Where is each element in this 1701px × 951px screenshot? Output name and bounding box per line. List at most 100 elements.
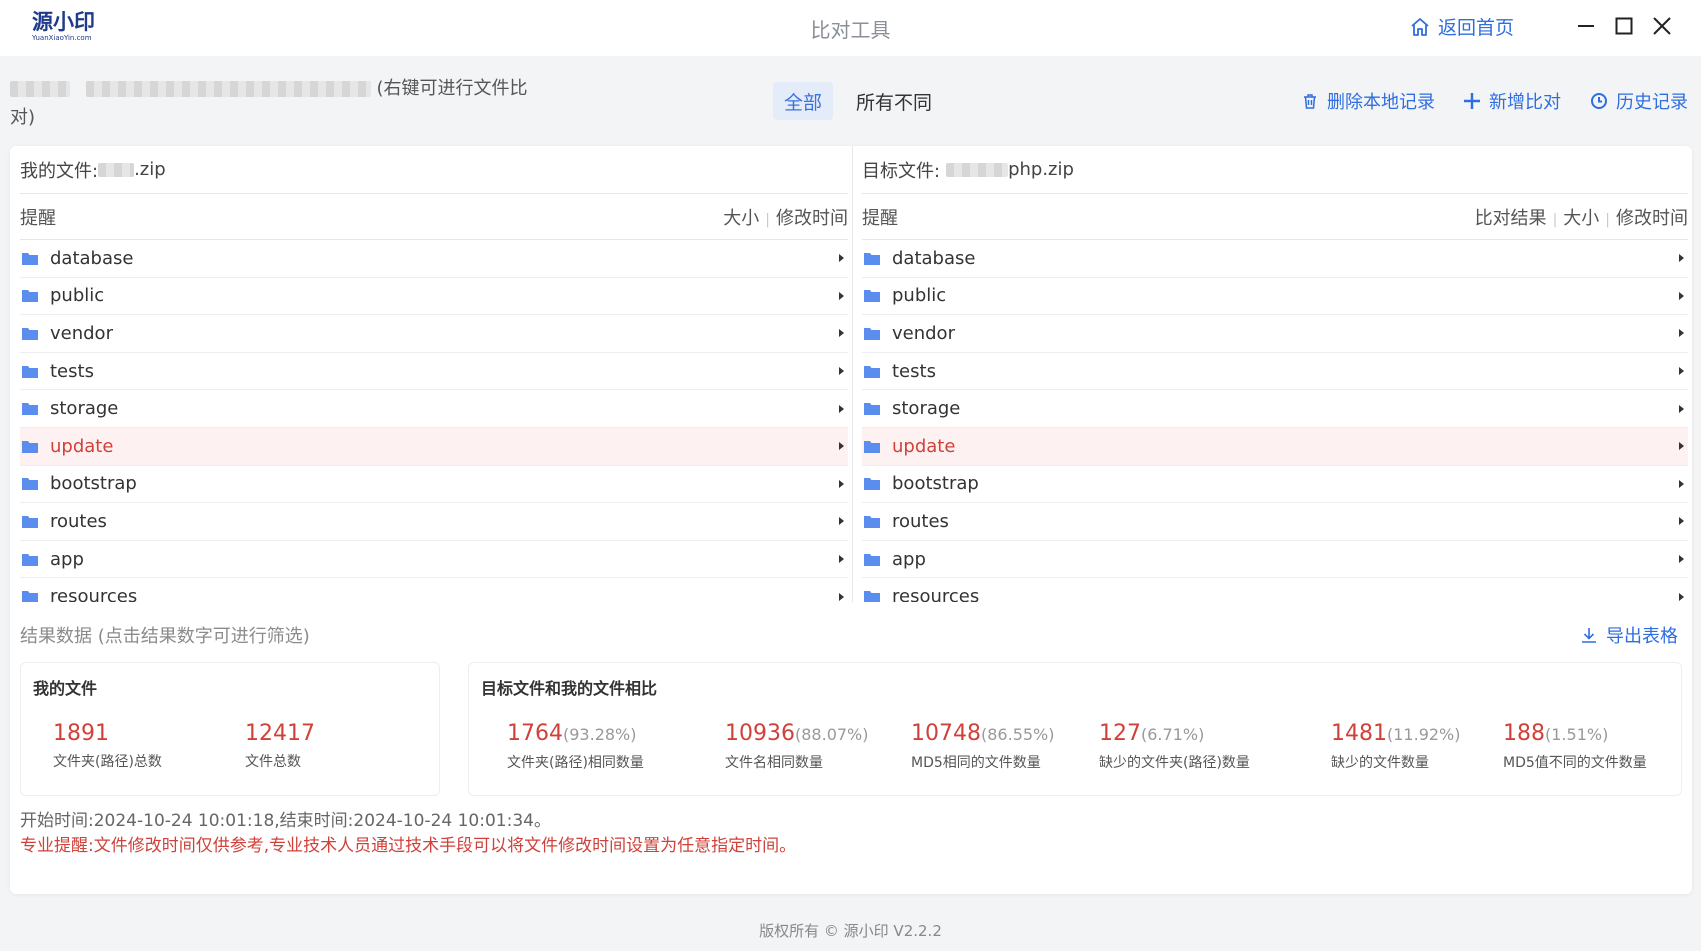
redacted-text (10, 81, 70, 97)
home-icon (1411, 17, 1429, 36)
folder-icon (22, 440, 38, 453)
folder-row[interactable]: resources (20, 578, 848, 602)
stat-md5-diff[interactable]: 188(1.51%) MD5值不同的文件数量 (1503, 721, 1647, 772)
stat-label: 文件夹(路径)总数 (53, 754, 162, 770)
my-list-header: 提醒 大小 | 修改时间 (20, 194, 848, 240)
folder-name: database (50, 247, 134, 269)
stat-same-filenames[interactable]: 10936(88.07%) 文件名相同数量 (725, 721, 869, 772)
col-size[interactable]: 大小 (723, 208, 759, 229)
folder-row[interactable]: storage (20, 390, 848, 428)
home-button[interactable]: 返回首页 (1410, 13, 1514, 40)
folder-row[interactable]: routes (862, 503, 1688, 541)
title-bar: 源小印 YuanXiaoYin.com 比对工具 返回首页 (0, 0, 1701, 56)
folder-row[interactable]: tests (862, 353, 1688, 391)
stat-same-md5[interactable]: 10748(86.55%) MD5相同的文件数量 (911, 721, 1055, 772)
folder-icon (864, 365, 880, 378)
pane-divider[interactable] (852, 146, 853, 602)
stat-value: 10936 (725, 721, 795, 746)
export-button[interactable]: 导出表格 (1580, 622, 1678, 648)
results-title: 结果数据 (点击结果数字可进行筛选) (20, 626, 310, 647)
filter-all-tab[interactable]: 全部 (773, 82, 833, 120)
stat-label: 缺少的文件夹(路径)数量 (1099, 755, 1250, 771)
folder-row[interactable]: resources (862, 578, 1688, 602)
folder-row[interactable]: app (20, 541, 848, 579)
compare-stats: 目标文件和我的文件相比 1764(93.28%) 文件夹(路径)相同数量 109… (468, 662, 1682, 796)
target-list-header: 提醒 比对结果 | 大小 | 修改时间 (862, 194, 1688, 240)
caret-right-icon (1679, 555, 1684, 564)
folder-row[interactable]: tests (20, 353, 848, 391)
stat-percent: (6.71%) (1141, 725, 1205, 744)
col-result[interactable]: 比对结果 (1475, 208, 1547, 229)
compare-panel: 我的文件: .zip 提醒 大小 | 修改时间 database public ve… (10, 146, 1692, 894)
export-label: 导出表格 (1606, 626, 1678, 647)
my-file-header: 我的文件: .zip (20, 146, 848, 194)
caret-right-icon (839, 254, 844, 263)
folder-row-diff[interactable]: update (862, 427, 1688, 466)
folder-row[interactable]: app (862, 541, 1688, 579)
caret-right-icon (839, 367, 844, 376)
folder-row[interactable]: storage (862, 390, 1688, 428)
folder-name: tests (892, 360, 936, 382)
folder-row[interactable]: bootstrap (862, 466, 1688, 504)
folder-row[interactable]: bootstrap (20, 466, 848, 504)
stat-value: 12417 (245, 721, 315, 746)
filter-diff-tab[interactable]: 所有不同 (850, 82, 938, 120)
folder-icon (864, 290, 880, 303)
folder-name: routes (892, 510, 949, 532)
folder-name: vendor (892, 322, 955, 344)
caret-right-icon (839, 555, 844, 564)
my-file-stats: 我的文件 1891 文件夹(路径)总数 12417 文件总数 (20, 662, 440, 796)
folder-row[interactable]: database (20, 240, 848, 278)
folder-row-diff[interactable]: update (20, 427, 848, 466)
clock-icon (1591, 93, 1607, 109)
stat-value: 1764 (507, 721, 563, 746)
folder-row[interactable]: routes (20, 503, 848, 541)
folder-row[interactable]: vendor (20, 315, 848, 353)
history-button[interactable]: 历史记录 (1590, 88, 1688, 114)
stat-percent: (1.51%) (1545, 725, 1609, 744)
add-label: 新增比对 (1489, 92, 1561, 113)
stat-value: 127 (1099, 721, 1141, 746)
home-label: 返回首页 (1438, 17, 1515, 39)
stat-folder-total[interactable]: 1891 文件夹(路径)总数 (53, 721, 162, 771)
target-file-label: 目标文件: (862, 160, 941, 182)
target-folder-list: database public vendor tests storage upd… (862, 240, 1688, 602)
delete-label: 删除本地记录 (1327, 92, 1435, 113)
folder-name: routes (50, 510, 107, 532)
folder-row[interactable]: database (862, 240, 1688, 278)
folder-name: bootstrap (50, 473, 137, 495)
add-compare-button[interactable]: 新增比对 (1463, 88, 1561, 114)
folder-row[interactable]: vendor (862, 315, 1688, 353)
pro-warning: 专业提醒:文件修改时间仅供参考,专业技术人员通过技术手段可以将文件修改时间设置为… (20, 836, 797, 856)
folder-icon (22, 591, 38, 602)
caret-right-icon (839, 442, 844, 451)
folder-icon (22, 553, 38, 566)
folder-name: public (50, 285, 105, 307)
folder-name: resources (892, 586, 980, 602)
stat-value: 1891 (53, 721, 109, 746)
folder-name: tests (50, 360, 94, 382)
plus-icon (1464, 93, 1480, 109)
caret-right-icon (1679, 367, 1684, 376)
close-button[interactable] (1650, 14, 1674, 38)
list-title: 提醒 (862, 207, 898, 229)
stat-missing-files[interactable]: 1481(11.92%) 缺少的文件数量 (1331, 721, 1461, 772)
stat-missing-folders[interactable]: 127(6.71%) 缺少的文件夹(路径)数量 (1099, 721, 1250, 772)
minimize-button[interactable] (1574, 14, 1598, 38)
col-mtime[interactable]: 修改时间 (1616, 208, 1688, 229)
col-mtime[interactable]: 修改时间 (776, 208, 848, 229)
folder-icon (22, 252, 38, 265)
caret-right-icon (839, 517, 844, 526)
stat-label: 文件夹(路径)相同数量 (507, 755, 644, 771)
col-size[interactable]: 大小 (1563, 208, 1599, 229)
delete-records-button[interactable]: 删除本地记录 (1301, 88, 1435, 114)
folder-row[interactable]: public (862, 278, 1688, 316)
folder-icon (864, 591, 880, 602)
stat-same-folders[interactable]: 1764(93.28%) 文件夹(路径)相同数量 (507, 721, 644, 772)
maximize-button[interactable] (1612, 14, 1636, 38)
stat-percent: (11.92%) (1387, 725, 1461, 744)
folder-row[interactable]: public (20, 278, 848, 316)
stat-file-total[interactable]: 12417 文件总数 (245, 721, 315, 771)
folder-name: resources (50, 586, 138, 602)
caret-right-icon (839, 592, 844, 601)
